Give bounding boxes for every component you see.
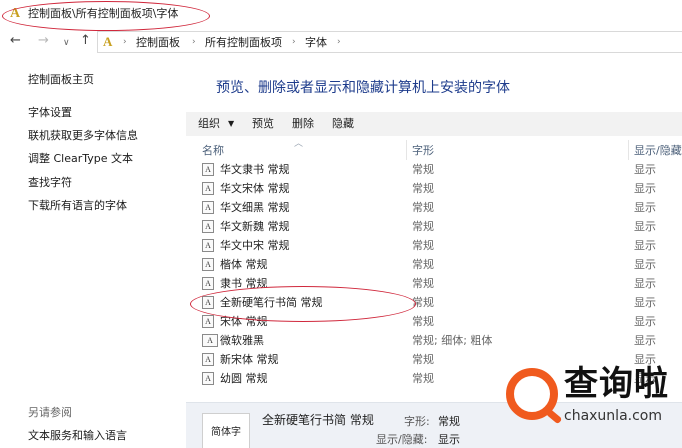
preview-button[interactable]: 预览 xyxy=(252,117,274,130)
fonts-folder-icon: A xyxy=(103,34,113,49)
sidebar-item-font-settings[interactable]: 字体设置 xyxy=(28,106,72,119)
font-style: 常规 xyxy=(412,182,434,195)
font-style: 常规 xyxy=(412,258,434,271)
breadcrumb-separator-icon[interactable]: › xyxy=(292,36,296,49)
page-title: 预览、删除或者显示和隐藏计算机上安装的字体 xyxy=(216,80,510,96)
sidebar-item-get-font-info-online[interactable]: 联机获取更多字体信息 xyxy=(28,129,138,142)
font-name: 华文宋体 常规 xyxy=(220,182,290,195)
organize-button[interactable]: 组织 xyxy=(198,117,220,130)
address-bar: ← → ∨ ↑ A › 控制面板 › 所有控制面板项 › 字体 › xyxy=(0,30,682,54)
font-file-icon: A xyxy=(202,220,214,233)
font-visibility: 显示 xyxy=(634,201,656,214)
column-divider[interactable] xyxy=(628,140,629,160)
hide-button[interactable]: 隐藏 xyxy=(332,117,354,130)
title-bar: A 控制面板\所有控制面板项\字体 xyxy=(0,0,682,31)
table-row[interactable]: A 楷体 常规 常规 显示 xyxy=(186,255,682,274)
font-style: 常规 xyxy=(412,220,434,233)
details-style-label: 字形: xyxy=(404,415,430,428)
column-style[interactable]: 字形 xyxy=(412,144,434,157)
font-name: 华文隶书 常规 xyxy=(220,163,290,176)
table-row[interactable]: A 华文中宋 常规 常规 显示 xyxy=(186,236,682,255)
sidebar-item-download-all-fonts[interactable]: 下载所有语言的字体 xyxy=(28,199,127,212)
breadcrumb-separator-icon[interactable]: › xyxy=(123,36,127,49)
sidebar-item-control-panel-home[interactable]: 控制面板主页 xyxy=(28,73,94,86)
font-name: 楷体 常规 xyxy=(220,258,268,271)
font-name: 微软雅黑 xyxy=(220,334,264,347)
font-file-icon: A xyxy=(202,182,214,195)
font-style: 常规; 细体; 粗体 xyxy=(412,334,493,347)
details-font-name: 全新硬笔行书简 常规 xyxy=(262,413,374,427)
up-arrow-icon[interactable]: ↑ xyxy=(80,34,91,48)
font-family-icon: A xyxy=(202,334,218,347)
sidebar-item-text-services[interactable]: 文本服务和输入语言 xyxy=(28,429,127,442)
delete-button[interactable]: 删除 xyxy=(292,117,314,130)
column-divider[interactable] xyxy=(406,140,407,160)
details-show-value: 显示 xyxy=(438,433,460,446)
font-name: 华文中宋 常规 xyxy=(220,239,290,252)
recent-dropdown-icon[interactable]: ∨ xyxy=(63,36,70,50)
breadcrumb-control-panel[interactable]: 控制面板 xyxy=(136,36,180,49)
font-name: 幼圆 常规 xyxy=(220,372,268,385)
font-file-icon: A xyxy=(202,239,214,252)
font-visibility: 显示 xyxy=(634,296,656,309)
site-watermark: 查询啦 chaxunla.com xyxy=(502,362,682,448)
table-row[interactable]: A 华文细黑 常规 常规 显示 xyxy=(186,198,682,217)
magnifier-logo-icon xyxy=(506,368,558,420)
breadcrumb-fonts[interactable]: 字体 xyxy=(305,36,327,49)
address-field[interactable] xyxy=(97,31,682,53)
font-file-icon: A xyxy=(202,353,214,366)
font-visibility: 显示 xyxy=(634,239,656,252)
breadcrumb-separator-icon[interactable]: › xyxy=(192,36,196,49)
font-visibility: 显示 xyxy=(634,258,656,271)
watermark-url: chaxunla.com xyxy=(564,408,662,424)
font-visibility: 显示 xyxy=(634,277,656,290)
font-style: 常规 xyxy=(412,315,434,328)
breadcrumb-separator-icon[interactable]: › xyxy=(337,36,341,49)
details-style-value: 常规 xyxy=(438,415,460,428)
table-row[interactable]: A 华文隶书 常规 常规 显示 xyxy=(186,160,682,179)
font-style: 常规 xyxy=(412,372,434,385)
font-style: 常规 xyxy=(412,163,434,176)
sort-ascending-icon: ︿ xyxy=(294,139,304,149)
sidebar-item-adjust-cleartype[interactable]: 调整 ClearType 文本 xyxy=(28,152,133,165)
font-visibility: 显示 xyxy=(634,334,656,347)
red-highlight-ellipse xyxy=(190,286,416,322)
column-name[interactable]: 名称 xyxy=(202,144,224,157)
red-highlight-ellipse xyxy=(2,1,210,31)
font-name: 华文新魏 常规 xyxy=(220,220,290,233)
font-style: 常规 xyxy=(412,201,434,214)
font-visibility: 显示 xyxy=(634,315,656,328)
font-name: 华文细黑 常规 xyxy=(220,201,290,214)
font-style: 常规 xyxy=(412,239,434,252)
sidebar-item-find-character[interactable]: 查找字符 xyxy=(28,176,72,189)
watermark-title: 查询啦 xyxy=(564,364,669,404)
font-preview-thumbnail: 简体字 xyxy=(202,413,250,448)
back-arrow-icon[interactable]: ← xyxy=(10,34,21,48)
font-visibility: 显示 xyxy=(634,182,656,195)
column-header: ︿ 名称 字形 显示/隐藏 xyxy=(186,139,682,160)
forward-arrow-icon[interactable]: → xyxy=(38,34,49,48)
font-file-icon: A xyxy=(202,372,214,385)
table-row[interactable]: A 华文新魏 常规 常规 显示 xyxy=(186,217,682,236)
column-show-hide[interactable]: 显示/隐藏 xyxy=(634,144,682,157)
see-also-heading: 另请参阅 xyxy=(28,406,72,419)
details-show-label: 显示/隐藏: xyxy=(376,433,428,446)
table-row[interactable]: A 华文宋体 常规 常规 显示 xyxy=(186,179,682,198)
breadcrumb-all-items[interactable]: 所有控制面板项 xyxy=(205,36,282,49)
table-row[interactable]: A 微软雅黑 常规; 细体; 粗体 显示 xyxy=(186,331,682,350)
font-style: 常规 xyxy=(412,353,434,366)
chevron-down-icon[interactable]: ▼ xyxy=(228,119,234,128)
font-name: 新宋体 常规 xyxy=(220,353,279,366)
font-style: 常规 xyxy=(412,277,434,290)
font-file-icon: A xyxy=(202,258,214,271)
font-file-icon: A xyxy=(202,201,214,214)
command-bar: 组织 ▼ 预览 删除 隐藏 xyxy=(186,112,682,136)
font-file-icon: A xyxy=(202,277,214,290)
font-visibility: 显示 xyxy=(634,220,656,233)
font-file-icon: A xyxy=(202,315,214,328)
font-visibility: 显示 xyxy=(634,163,656,176)
font-file-icon: A xyxy=(202,163,214,176)
